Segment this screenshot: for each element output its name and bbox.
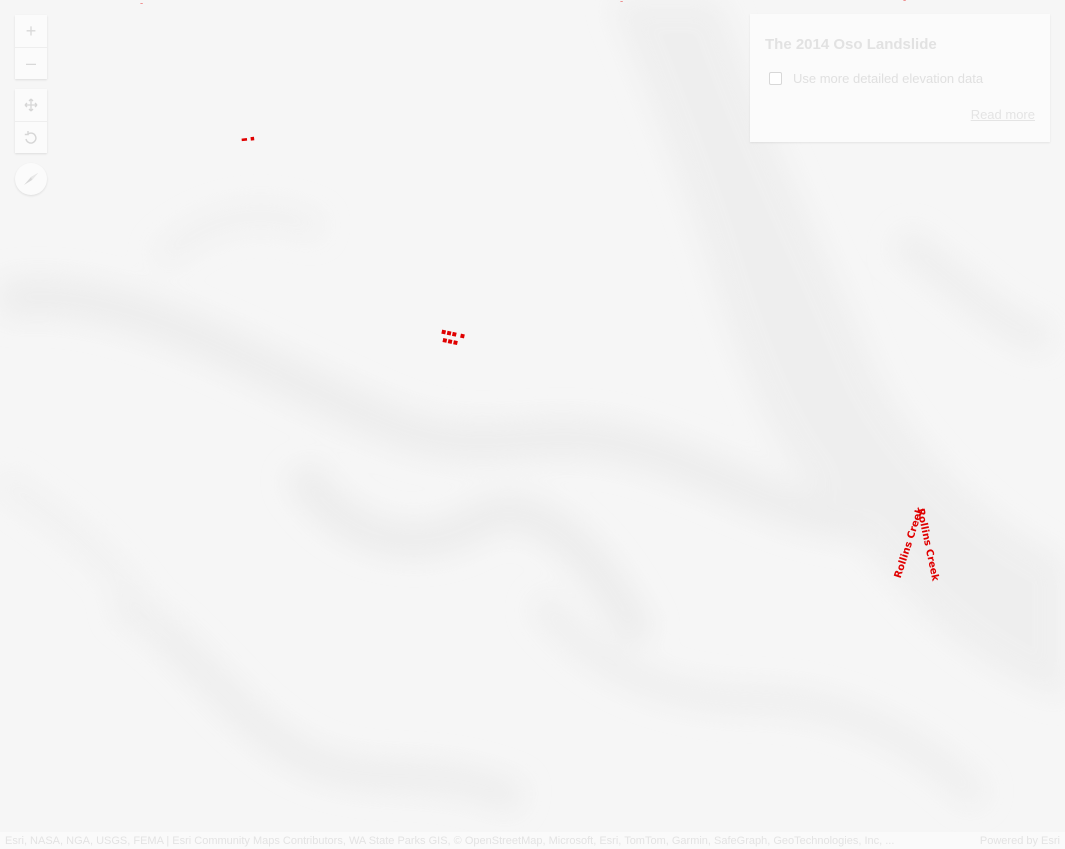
zoom-in-button[interactable]: + bbox=[15, 15, 47, 47]
rotate-button[interactable] bbox=[15, 121, 47, 153]
detailed-elevation-checkbox[interactable] bbox=[769, 72, 782, 85]
zoom-controls: + – bbox=[15, 15, 47, 79]
zoom-out-button[interactable]: – bbox=[15, 47, 47, 79]
detailed-elevation-toggle[interactable]: Use more detailed elevation data bbox=[765, 71, 1035, 86]
attribution-bar: Esri, NASA, NGA, USGS, FEMA | Esri Commu… bbox=[0, 832, 1065, 849]
info-panel: The 2014 Oso Landslide Use more detailed… bbox=[750, 14, 1050, 142]
compass-button[interactable] bbox=[15, 163, 47, 195]
detailed-elevation-label: Use more detailed elevation data bbox=[793, 71, 984, 86]
pan-button[interactable] bbox=[15, 89, 47, 121]
powered-by-esri-link[interactable]: Powered by Esri bbox=[980, 835, 1060, 847]
compass-icon bbox=[24, 173, 38, 185]
pan-icon bbox=[24, 98, 38, 112]
rotate-icon bbox=[24, 130, 37, 144]
read-more-link[interactable]: Read more bbox=[971, 107, 1035, 122]
map-label-fragment: ▬ ▪ bbox=[240, 134, 256, 144]
map-view[interactable]: ⁻ ⁻ ⁻ ▬ ▪ ▪▪▪ ▪ ▪▪▪ Rollins Creek Rollin… bbox=[0, 0, 1065, 849]
map-label-fragment: ⁻ bbox=[620, 0, 624, 7]
map-label-fragment: ⁻ bbox=[903, 0, 907, 6]
attribution-text[interactable]: Esri, NASA, NGA, USGS, FEMA | Esri Commu… bbox=[5, 835, 966, 847]
navigation-controls bbox=[15, 89, 47, 153]
map-label-fragment: ⁻ bbox=[140, 2, 144, 9]
panel-title: The 2014 Oso Landslide bbox=[765, 36, 937, 53]
